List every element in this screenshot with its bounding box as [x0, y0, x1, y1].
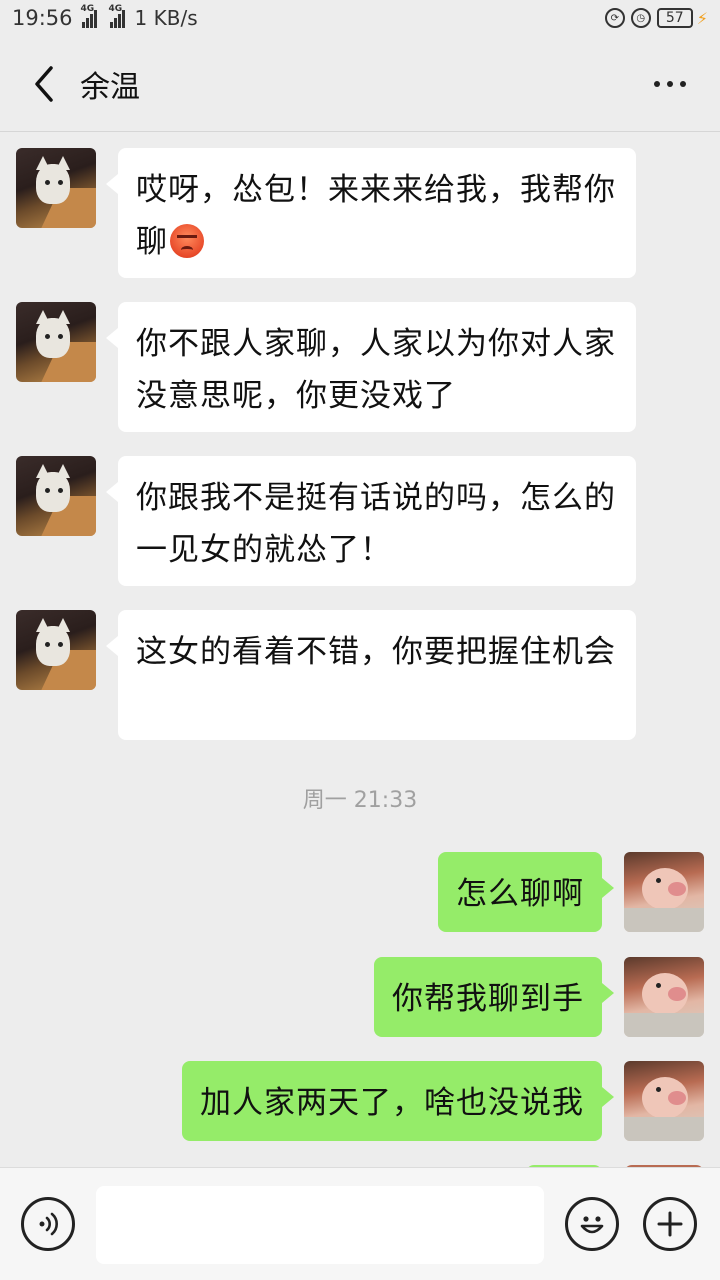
contact-avatar[interactable]: [16, 610, 96, 690]
message-text: 加人家两天了，啥也没说我: [200, 1085, 584, 1121]
input-bar: [0, 1167, 720, 1280]
message-list[interactable]: 哎呀，怂包！来来来给我，我帮你聊 你不跟人家聊，人家以为你对人家没意思呢，你更没…: [0, 132, 720, 1167]
chat-timestamp: 周一 21:33: [302, 788, 418, 813]
emoji-button[interactable]: [565, 1197, 619, 1251]
contact-avatar[interactable]: [16, 148, 96, 228]
net-speed: 1 KB/s: [134, 6, 198, 30]
message-text: 你不跟人家聊，人家以为你对人家没意思呢，你更没戏了: [136, 326, 616, 414]
voice-icon: [39, 1212, 58, 1236]
message-bubble[interactable]: 你不跟人家聊，人家以为你对人家没意思呢，你更没戏了: [106, 302, 636, 432]
message-bubble[interactable]: 哎呀，怂包！来来来给我，我帮你聊: [106, 148, 636, 278]
emoji-icon: [580, 1216, 604, 1234]
battery-icon: 57: [656, 8, 693, 28]
signal-icon: 4G: [81, 4, 97, 28]
message-bubble[interactable]: 你帮我聊到手: [374, 957, 614, 1037]
user-avatar[interactable]: [624, 1061, 704, 1141]
chevron-left-icon: [35, 65, 53, 102]
voice-button[interactable]: [21, 1197, 75, 1251]
message-text: 你帮我聊到手: [392, 981, 584, 1017]
contact-avatar[interactable]: [16, 456, 96, 536]
message-bubble[interactable]: 你跟我不是挺有话说的吗，怎么的一见女的就怂了！: [106, 456, 636, 586]
message-bubble[interactable]: 这女的看着不错，你要把握住机会: [106, 610, 636, 740]
angry-face-icon: [170, 224, 204, 258]
message-input[interactable]: [96, 1186, 544, 1264]
status-bar: 19:56 4G 4G 1 KB/s ⟳ ◷ 57 ⚡: [0, 0, 720, 36]
user-avatar[interactable]: [624, 957, 704, 1037]
message-bubble[interactable]: 怎么聊啊: [438, 852, 614, 932]
battery-level: 57: [665, 10, 684, 26]
message-bubble[interactable]: 加人家两天了，啥也没说我: [182, 1061, 614, 1141]
message-text: 哎呀，怂包！来来来给我，我帮你聊: [136, 172, 616, 260]
chat-title: 余温: [80, 69, 140, 105]
message-text: 这女的看着不错，你要把握住机会: [136, 634, 616, 670]
plus-icon: [657, 1211, 683, 1237]
back-button[interactable]: [14, 54, 74, 114]
more-button[interactable]: [640, 54, 700, 114]
alarm-icon: ◷: [630, 8, 651, 28]
user-avatar[interactable]: [624, 852, 704, 932]
signal-icon: 4G: [109, 4, 125, 28]
charging-icon: ⚡: [696, 8, 708, 28]
contact-avatar[interactable]: [16, 302, 96, 382]
message-text: 怎么聊啊: [456, 876, 584, 912]
status-time: 19:56: [12, 6, 73, 30]
more-dots-icon: [654, 80, 660, 87]
sync-lock-icon: ⟳: [604, 8, 625, 28]
message-text: 你跟我不是挺有话说的吗，怎么的一见女的就怂了！: [136, 480, 616, 568]
chat-header: 余温: [0, 36, 720, 132]
more-functions-button[interactable]: [643, 1197, 697, 1251]
